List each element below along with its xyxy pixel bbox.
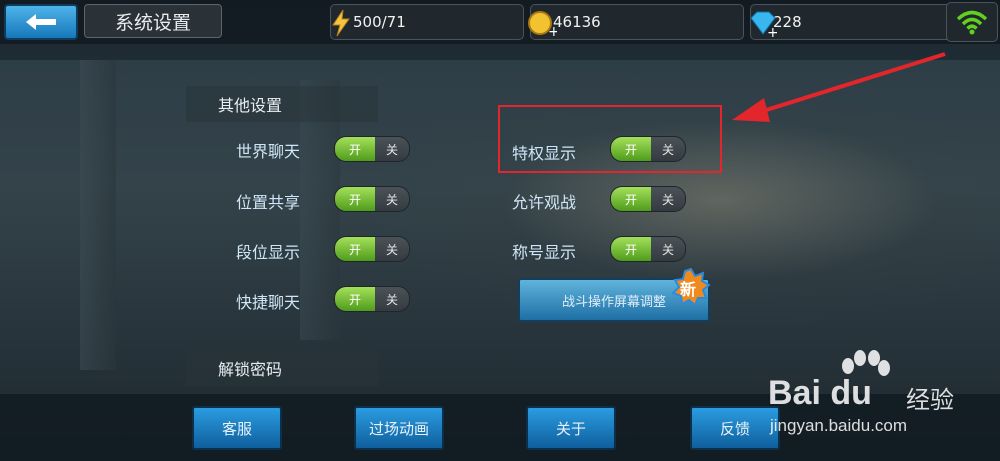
toggle-on-label: 开 [611,187,651,211]
toggle-quick-chat[interactable]: 开 关 [334,286,410,312]
page-title: 系统设置 [84,4,222,38]
toggle-world-chat[interactable]: 开 关 [334,136,410,162]
baidu-watermark: Bai du 经验 jingyan.baidu.com [768,350,996,450]
annotation-highlight-box [498,105,722,173]
new-badge-label: 新 [680,280,697,299]
toggle-on-label: 开 [335,137,375,161]
toggle-off-label: 关 [375,287,409,311]
toggle-off-label: 关 [375,137,409,161]
wifi-icon [956,10,988,35]
toggle-title-display[interactable]: 开 关 [610,236,686,262]
energy-counter[interactable]: 500/71 [330,4,524,40]
energy-value: 500/71 [353,13,406,31]
watermark-url: jingyan.baidu.com [770,416,908,435]
top-bar: 系统设置 500/71 + 46136 + 228 [0,0,1000,44]
diamond-value: 228 [773,13,802,31]
setting-label-title-display: 称号显示 [512,243,577,262]
back-arrow-icon [26,14,56,30]
lightning-icon [332,9,350,37]
diamond-counter[interactable]: + 228 [750,4,962,40]
customer-service-button[interactable]: 客服 [192,406,282,450]
toggle-location-share[interactable]: 开 关 [334,186,410,212]
setting-label-allow-spectate: 允许观战 [512,193,577,212]
setting-label-quick-chat: 快捷聊天 [236,293,301,312]
about-button[interactable]: 关于 [526,406,616,450]
setting-label-location-share: 位置共享 [236,193,301,212]
svg-text:+: + [548,24,557,38]
annotation-arrow-icon [732,52,946,122]
section-other-settings: 其他设置 [186,86,378,122]
toggle-on-label: 开 [611,237,651,261]
toggle-off-label: 关 [651,237,685,261]
gold-value: 46136 [553,13,601,31]
toggle-on-label: 开 [335,237,375,261]
diamond-icon: + [750,11,777,38]
gold-coin-icon: + [528,11,557,38]
toggle-off-label: 关 [375,187,409,211]
toggle-off-label: 关 [651,187,685,211]
watermark-suffix: 经验 [906,386,954,414]
toggle-on-label: 开 [335,287,375,311]
svg-text:+: + [767,25,777,38]
back-button[interactable] [4,4,78,40]
section-unlock-password[interactable]: 解锁密码 [186,350,378,386]
toggle-on-label: 开 [335,187,375,211]
feedback-button[interactable]: 反馈 [690,406,780,450]
wifi-status [946,2,998,42]
toggle-off-label: 关 [375,237,409,261]
setting-label-rank-display: 段位显示 [236,243,301,262]
pillar [80,60,116,370]
toggle-rank-display[interactable]: 开 关 [334,236,410,262]
watermark-brand: Bai du [768,374,872,412]
cutscene-button[interactable]: 过场动画 [354,406,444,450]
toggle-allow-spectate[interactable]: 开 关 [610,186,686,212]
setting-label-world-chat: 世界聊天 [236,142,301,161]
gold-counter[interactable]: + 46136 [528,4,744,40]
